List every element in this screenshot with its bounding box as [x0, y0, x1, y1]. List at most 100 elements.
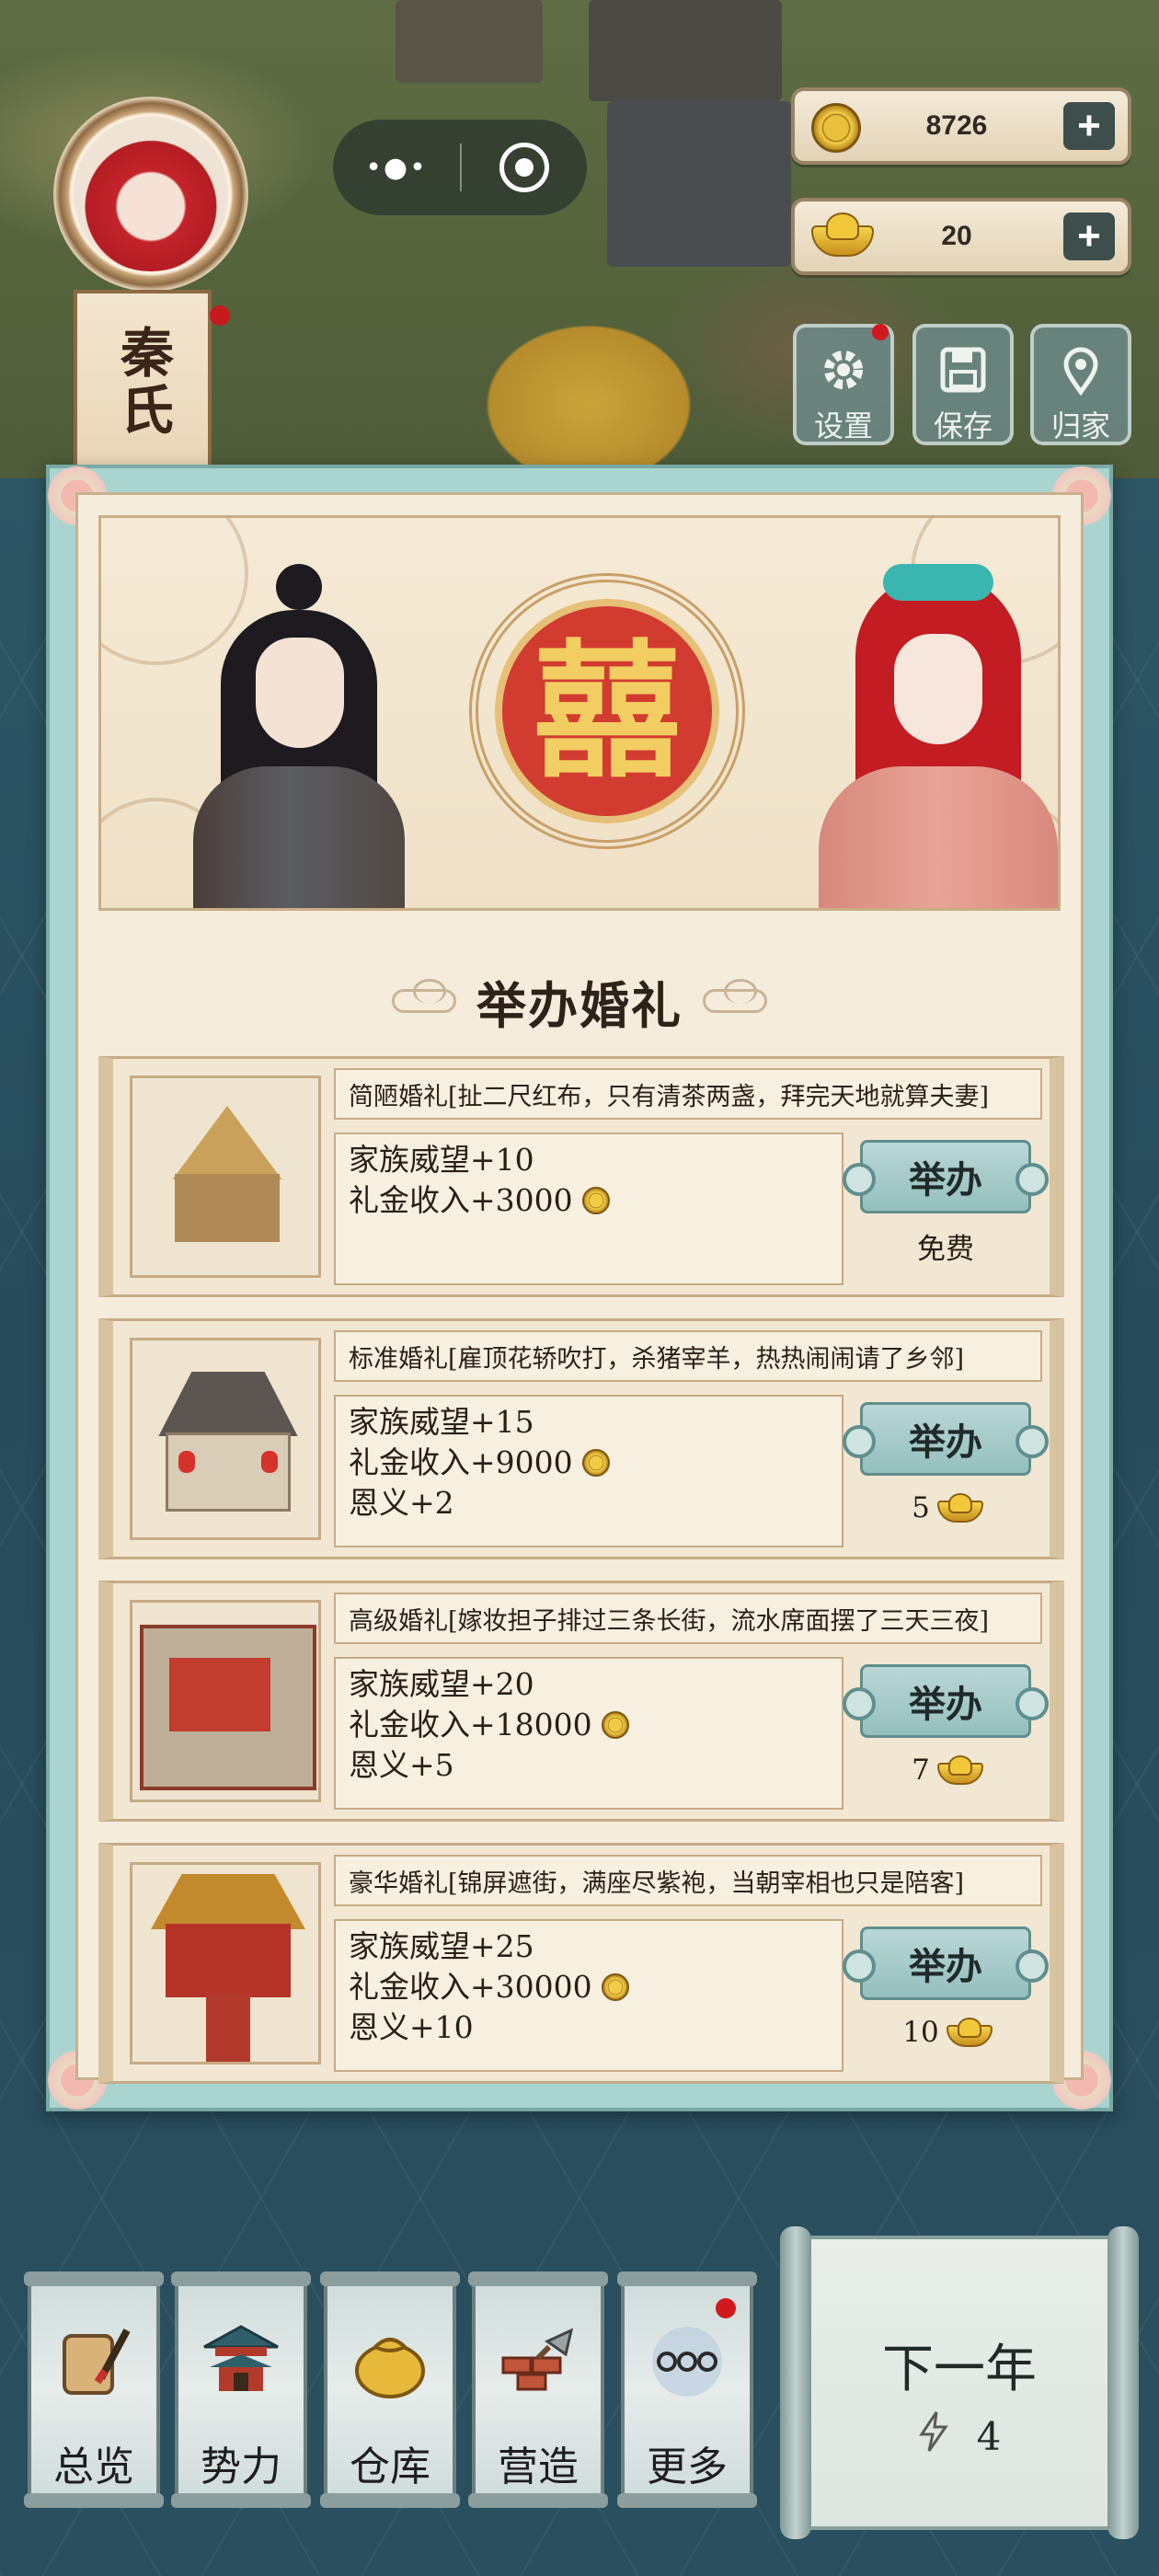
- save-label: 保存: [933, 408, 993, 443]
- mini-program-capsule: •●•: [333, 120, 587, 215]
- gold-counter: 20 +: [791, 198, 1131, 275]
- option-description: 标准婚礼[雇顶花轿吹打，杀猪宰羊，热热闹闹请了乡邻]: [334, 1330, 1042, 1382]
- village-house-illustration: [130, 1338, 321, 1540]
- nav-power-label: 势力: [201, 2444, 281, 2490]
- target-icon: [499, 143, 549, 192]
- option-cost: 免费: [860, 1223, 1031, 1269]
- option-rewards: 家族威望+20 礼金收入+18000 恩义+5: [334, 1657, 843, 1810]
- bride-portrait: [819, 555, 1058, 908]
- prestige-reward: 家族威望+25: [349, 1928, 534, 1964]
- avatar-portrait: [74, 117, 228, 271]
- option-description: 豪华婚礼[锦屏遮街，满座尽紫袍，当朝宰相也只是陪客]: [334, 1855, 1042, 1906]
- next-year-label: 下一年: [882, 2340, 1037, 2399]
- option-rewards: 家族威望+10 礼金收入+3000: [334, 1133, 843, 1285]
- gear-icon: [818, 344, 869, 396]
- map-pin-icon: [1055, 344, 1107, 396]
- dialog-body: 囍 举办婚礼 简陋婚礼[扯二尺红布，只有清茶两盏，拜完天地就算夫妻] 家族威望+…: [75, 492, 1084, 2084]
- return-home-button[interactable]: 归家: [1030, 324, 1131, 445]
- energy-counter: 4: [780, 2410, 1139, 2462]
- next-year-button[interactable]: 下一年 4: [780, 2226, 1139, 2539]
- gift-money-reward: 礼金收入+18000: [349, 1705, 842, 1745]
- wedding-dialog: 囍 举办婚礼 简陋婚礼[扯二尺红布，只有清茶两盏，拜完天地就算夫妻] 家族威望+…: [40, 459, 1119, 2117]
- cost-amount: 10: [902, 2016, 939, 2049]
- add-coins-button[interactable]: +: [1063, 102, 1115, 150]
- palace-procession-illustration: [130, 1862, 321, 2064]
- character-name: 秦氏: [111, 325, 174, 439]
- nav-warehouse[interactable]: 仓库: [320, 2271, 460, 2508]
- cloud-ornament-icon: [703, 979, 767, 1013]
- prestige-reward: 家族威望+20: [349, 1666, 534, 1702]
- dots-icon: •●•: [365, 151, 428, 184]
- dialog-title: 举办婚礼: [476, 975, 683, 1035]
- option-rewards: 家族威望+15 礼金收入+9000 恩义+2: [334, 1395, 843, 1547]
- double-happiness-emblem: 囍: [469, 573, 745, 849]
- wedding-option-simple: 简陋婚礼[扯二尺红布，只有清茶两盏，拜完天地就算夫妻] 家族威望+10 礼金收入…: [98, 1056, 1064, 1297]
- gold-amount: 20: [941, 221, 972, 251]
- prestige-reward: 家族威望+15: [349, 1404, 534, 1440]
- gold-ingot-icon: [946, 2018, 993, 2047]
- wedding-option-luxury: 豪华婚礼[锦屏遮街，满座尽紫袍，当朝宰相也只是陪客] 家族威望+25 礼金收入+…: [98, 1843, 1064, 2084]
- host-wedding-button[interactable]: 举办: [843, 1402, 1049, 1476]
- home-label: 归家: [1050, 408, 1110, 443]
- courtyard-feast-illustration: [130, 1600, 321, 1802]
- thatched-hut-illustration: [130, 1075, 321, 1278]
- dialog-header: 举办婚礼: [78, 964, 1081, 1038]
- add-gold-button[interactable]: +: [1063, 213, 1115, 260]
- gold-ingot-icon: [936, 1755, 983, 1785]
- scroll-brush-icon: [48, 2314, 140, 2406]
- coin-icon: [581, 1449, 610, 1477]
- cost-amount: 5: [912, 1491, 930, 1524]
- gift-money-reward: 礼金收入+9000: [349, 1443, 842, 1483]
- map-building: [607, 101, 791, 267]
- nav-overview-label: 总览: [53, 2444, 134, 2490]
- host-wedding-button[interactable]: 举办: [843, 1140, 1049, 1213]
- coin-icon: [811, 103, 861, 153]
- nav-power[interactable]: 势力: [171, 2271, 311, 2508]
- settings-notification-dot: [872, 324, 889, 340]
- option-cost: 5: [860, 1485, 1031, 1531]
- host-wedding-button[interactable]: 举办: [843, 1926, 1049, 2000]
- gift-money-reward: 礼金收入+30000: [349, 1967, 842, 2007]
- favor-reward: 恩义+2: [349, 1485, 454, 1521]
- option-description: 高级婚礼[嫁妆担子排过三条长街，流水席面摆了三天三夜]: [334, 1593, 1042, 1644]
- double-happiness-glyph: 囍: [533, 625, 681, 798]
- favor-reward: 恩义+10: [349, 2009, 474, 2045]
- floppy-disk-icon: [937, 344, 989, 396]
- option-rewards: 家族威望+25 礼金收入+30000 恩义+10: [334, 1919, 843, 2072]
- map-building: [589, 0, 782, 101]
- option-cost: 10: [860, 2009, 1031, 2055]
- notification-dot: [210, 305, 230, 326]
- host-wedding-button[interactable]: 举办: [843, 1664, 1049, 1738]
- gold-ingot-icon: [936, 1493, 983, 1523]
- settings-button[interactable]: 设置: [793, 324, 894, 445]
- wedding-banner: 囍: [98, 515, 1061, 911]
- favor-reward: 恩义+5: [349, 1747, 454, 1783]
- energy-amount: 4: [976, 2413, 1002, 2459]
- gift-money-reward: 礼金收入+3000: [349, 1180, 842, 1221]
- nav-build[interactable]: 营造: [468, 2271, 608, 2508]
- prestige-reward: 家族威望+10: [349, 1142, 534, 1178]
- wedding-option-advanced: 高级婚礼[嫁妆担子排过三条长街，流水席面摆了三天三夜] 家族威望+20 礼金收入…: [98, 1581, 1064, 1822]
- coin-icon: [581, 1187, 610, 1214]
- more-menu-button[interactable]: •●•: [333, 120, 460, 215]
- close-program-button[interactable]: [462, 120, 587, 215]
- cost-label: 免费: [917, 1232, 974, 1266]
- map-building: [396, 0, 543, 83]
- wedding-option-standard: 标准婚礼[雇顶花轿吹打，杀猪宰羊，热热闹闹请了乡邻] 家族威望+15 礼金收入+…: [98, 1318, 1064, 1559]
- settings-label: 设置: [813, 408, 873, 443]
- groom-portrait: [193, 564, 405, 908]
- lightning-icon: [918, 2410, 949, 2462]
- save-button[interactable]: 保存: [912, 324, 1014, 445]
- nav-overview[interactable]: 总览: [24, 2271, 164, 2508]
- nav-build-label: 营造: [498, 2444, 579, 2490]
- coin-icon: [601, 1973, 629, 2001]
- cost-amount: 7: [912, 1754, 930, 1787]
- coin-amount: 8726: [925, 110, 988, 141]
- option-cost: 7: [860, 1747, 1031, 1793]
- coin-icon: [601, 1711, 629, 1739]
- nav-warehouse-label: 仓库: [350, 2444, 430, 2490]
- character-avatar[interactable]: [37, 97, 267, 308]
- pavilion-icon: [195, 2314, 287, 2406]
- gold-ingot-icon: [811, 213, 874, 257]
- money-bag-icon: [344, 2314, 436, 2406]
